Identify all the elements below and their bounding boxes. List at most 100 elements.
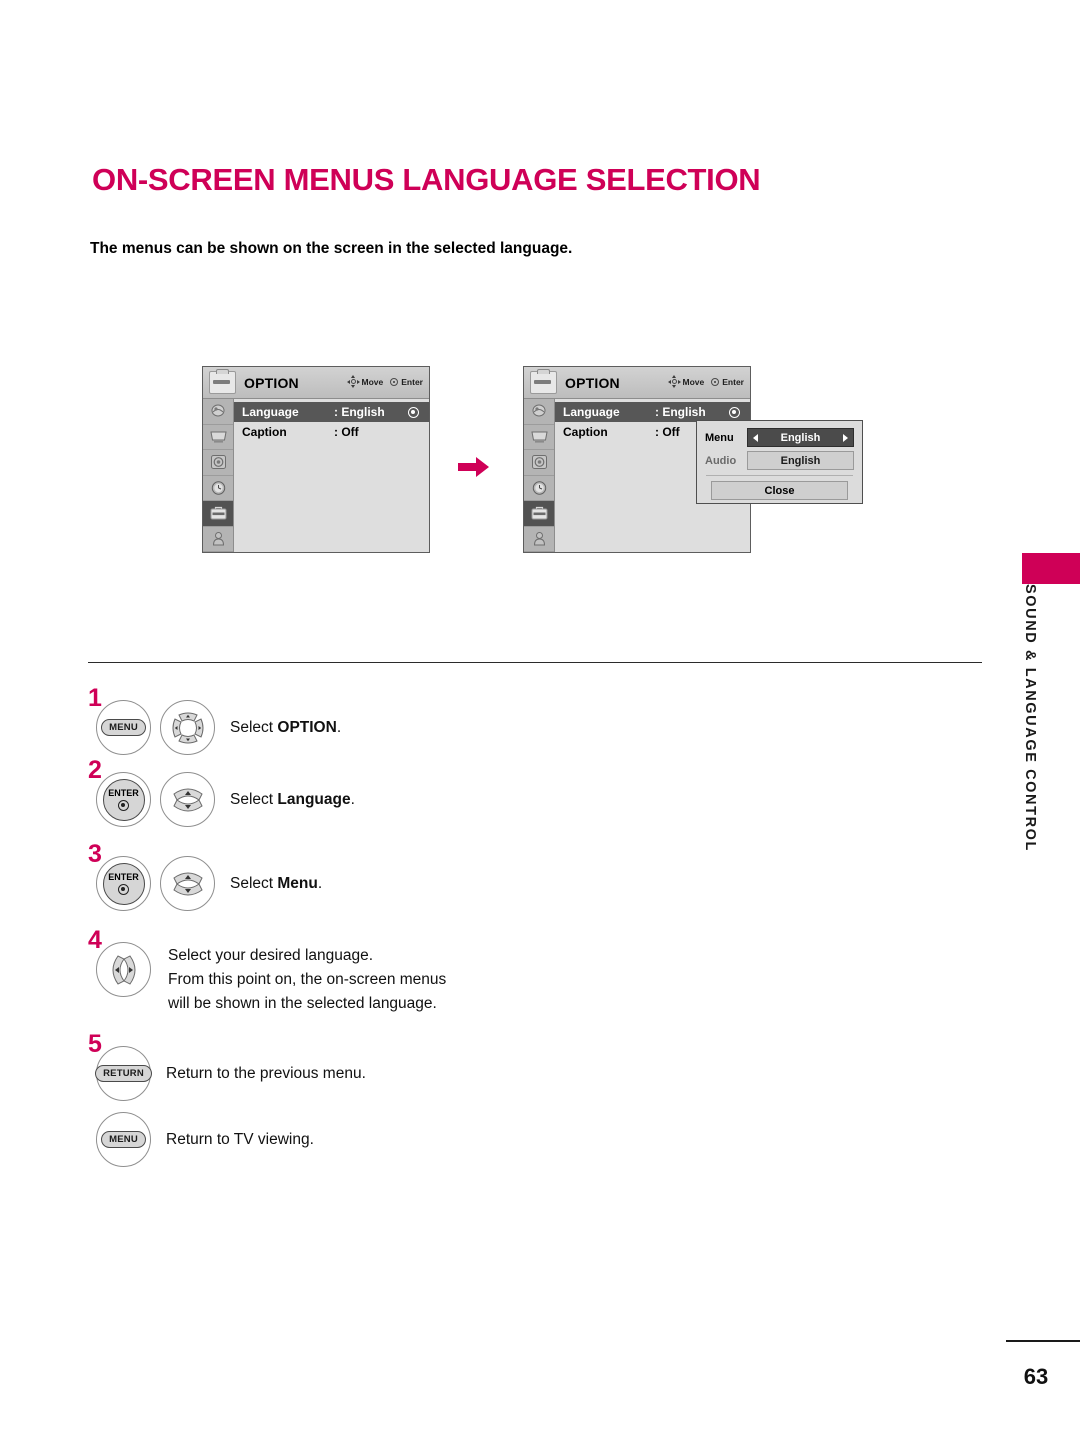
osd-sidebar-2	[524, 399, 555, 552]
step-4-number: 4	[88, 926, 102, 954]
osd-row-language-2[interactable]: Language : English	[555, 402, 750, 422]
osd-sidebar	[203, 399, 234, 552]
step-3-updown-button[interactable]	[160, 856, 215, 911]
sidebar-icon-display[interactable]	[524, 425, 554, 450]
step-2-enter-button[interactable]: ENTER	[96, 772, 151, 827]
sidebar-icon-option[interactable]	[203, 501, 233, 527]
step-2-text-suffix: .	[350, 791, 355, 808]
enter-button-graphic: ENTER	[102, 778, 145, 821]
step-1-text-prefix: Select	[230, 719, 278, 736]
step-3-enter-button[interactable]: ENTER	[96, 856, 151, 911]
sidebar-icon-picture[interactable]	[524, 399, 554, 425]
enter-circle-icon	[390, 377, 399, 386]
step-5-number: 5	[88, 1030, 102, 1058]
osd-menu-title: OPTION	[244, 374, 299, 391]
page-number: 63	[1023, 1364, 1049, 1389]
dpad-icon	[346, 375, 360, 388]
step-1-text: Select OPTION.	[230, 716, 341, 740]
osd-row-caption-label: Caption	[242, 425, 287, 439]
enter-button-label: ENTER	[108, 788, 139, 798]
osd-row-language[interactable]: Language : English	[234, 402, 429, 422]
option-toolbox-icon	[209, 369, 236, 394]
step-4-text: Select your desired language. From this …	[168, 944, 446, 1016]
step-3-text: Select Menu.	[230, 872, 322, 896]
osd-header: OPTION Move Enter	[203, 367, 429, 399]
sidebar-icon-option[interactable]	[524, 501, 554, 527]
flow-arrow-icon	[458, 457, 489, 477]
enter-button-label-3: ENTER	[108, 872, 139, 882]
enter-button-graphic: ENTER	[102, 862, 145, 905]
osd-hints-2: Move Enter	[667, 375, 744, 388]
osd-body: Language : English Caption : Off	[203, 399, 429, 552]
step-2-text-prefix: Select	[230, 791, 278, 808]
step-2-updown-button[interactable]	[160, 772, 215, 827]
side-tab-accent-block	[1022, 553, 1080, 584]
return-button-label: RETURN	[95, 1064, 152, 1083]
step-3-text-suffix: .	[317, 875, 323, 892]
page-title: ON-SCREEN MENUS LANGUAGE SELECTION	[92, 162, 761, 197]
menu-button-label: MENU	[101, 718, 146, 737]
popup-menu-value: English	[780, 431, 821, 444]
step-3-number: 3	[88, 840, 102, 868]
step-3-text-prefix: Select	[230, 875, 278, 892]
popup-audio-value-selector[interactable]: English	[747, 451, 854, 470]
sidebar-icon-time[interactable]	[203, 476, 233, 501]
popup-menu-label: Menu	[705, 431, 734, 444]
hint-move: Move	[346, 375, 384, 388]
step-1-menu-button[interactable]: MENU	[96, 700, 151, 755]
step-1-text-suffix: .	[336, 719, 342, 736]
osd-hints: Move Enter	[346, 375, 423, 388]
osd-row-caption-label-2: Caption	[563, 425, 608, 439]
osd-header-2: OPTION Move Enter	[524, 367, 750, 399]
step-3-text-bold: Menu	[277, 875, 318, 892]
osd-screenshot-before: OPTION Move Enter Language: English Cap…	[202, 366, 430, 553]
step-4-line-1: Select your desired language.	[168, 947, 374, 964]
enter-dot-icon	[118, 884, 129, 895]
step-6-text: Return to TV viewing.	[166, 1131, 314, 1148]
osd-row-language-label: Language	[242, 405, 299, 419]
hint-enter-label: Enter	[401, 376, 423, 387]
hint-enter-label-2: Enter	[722, 376, 744, 387]
radio-selected-icon	[729, 406, 740, 418]
sidebar-icon-display[interactable]	[203, 425, 233, 450]
sidebar-icon-picture[interactable]	[203, 399, 233, 425]
popup-menu-value-selector[interactable]: English	[747, 428, 854, 447]
updown-rocker-icon	[172, 788, 203, 811]
sidebar-icon-time[interactable]	[524, 476, 554, 501]
sidebar-icon-audio[interactable]	[203, 450, 233, 476]
step-1-dpad-button[interactable]	[160, 700, 215, 755]
step-2-text: Select Language.	[230, 788, 355, 812]
language-popup: Menu English Audio English Close	[696, 420, 863, 504]
dpad-icon	[667, 375, 681, 388]
hint-move-label-2: Move	[682, 376, 705, 387]
hint-move-2: Move	[667, 375, 705, 388]
sidebar-icon-lock[interactable]	[524, 527, 554, 552]
popup-close-button[interactable]: Close	[711, 481, 848, 500]
osd-row-language-value: : English	[334, 405, 385, 419]
step-2-number: 2	[88, 756, 102, 784]
step-5-return-button[interactable]: RETURN	[95, 1046, 152, 1101]
hint-move-label: Move	[361, 376, 384, 387]
popup-row-menu: Menu English	[705, 428, 854, 447]
popup-audio-label: Audio	[705, 454, 737, 467]
popup-divider	[706, 475, 853, 476]
sidebar-icon-lock[interactable]	[203, 527, 233, 552]
step-2-text-bold: Language	[277, 791, 351, 808]
osd-row-language-label-2: Language	[563, 405, 620, 419]
step-4-line-2: From this point on, the on-screen menus	[168, 971, 447, 989]
step-4-leftright-button[interactable]	[96, 942, 151, 997]
sidebar-icon-audio[interactable]	[524, 450, 554, 476]
osd-row-language-value-2: : English	[655, 405, 706, 419]
radio-selected-icon	[408, 406, 419, 418]
step-4-line-3: will be shown in the selected language.	[168, 995, 437, 1013]
chevron-left-icon	[753, 433, 758, 442]
hint-enter-2: Enter	[711, 377, 744, 387]
step-6-menu-button[interactable]: MENU	[96, 1112, 151, 1167]
section-divider	[88, 662, 982, 663]
osd-content: Language : English Caption : Off	[234, 399, 429, 552]
page-subtitle: The menus can be shown on the screen in …	[90, 240, 573, 257]
side-tab-label: SOUND & LANGUAGE CONTROL	[1022, 584, 1038, 852]
footer-rule	[1006, 1340, 1080, 1342]
osd-row-caption[interactable]: Caption : Off	[234, 422, 429, 442]
enter-circle-icon	[711, 377, 720, 386]
